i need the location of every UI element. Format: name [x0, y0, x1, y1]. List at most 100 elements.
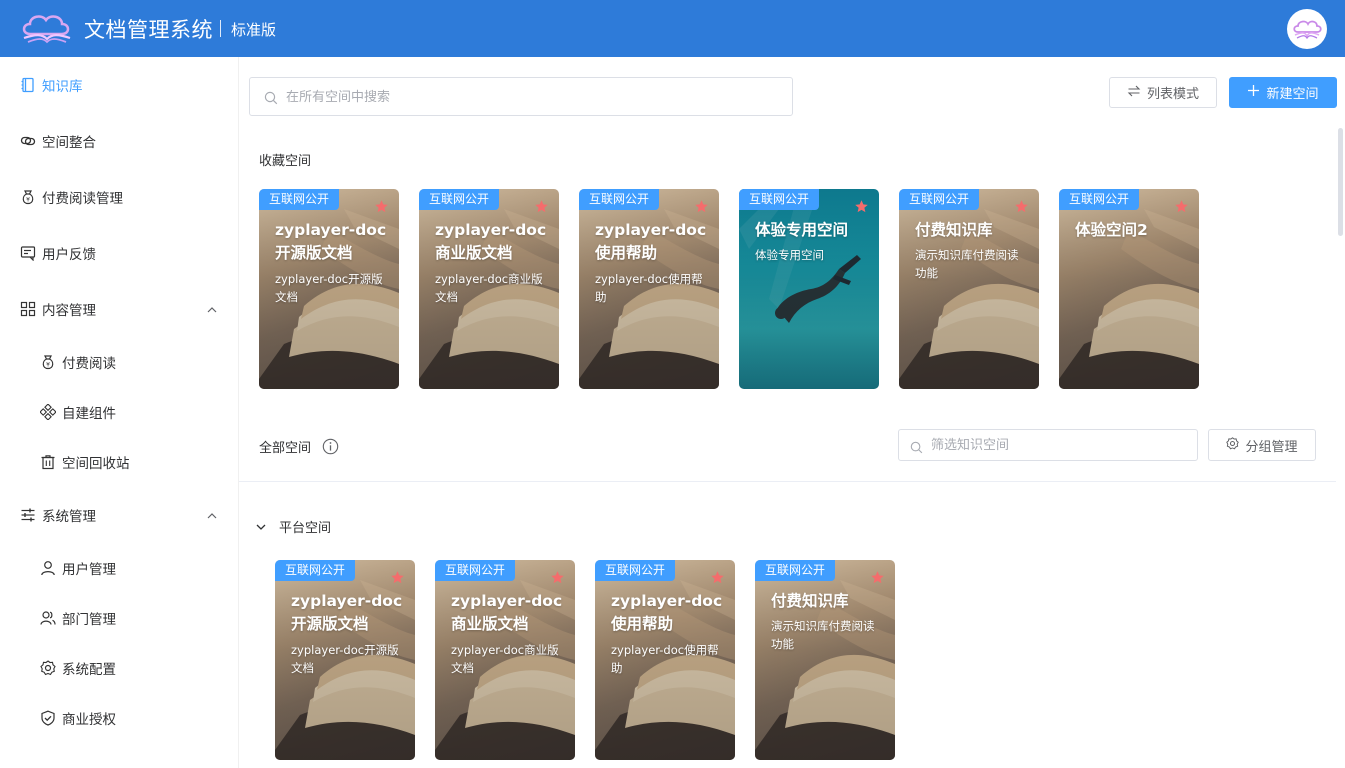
sidebar-item-label: 空间整合: [42, 135, 96, 151]
sidebar-item-department-management[interactable]: 部门管理: [0, 598, 239, 638]
edition-label: 标准版: [231, 21, 277, 39]
new-space-button[interactable]: 新建空间: [1229, 77, 1337, 108]
star-icon[interactable]: [534, 199, 549, 214]
sidebar-item-label: 空间回收站: [62, 456, 130, 472]
space-card[interactable]: 互联网公开 zyplayer-doc商业版文档 zyplayer-doc商业版文档: [419, 189, 559, 389]
sidebar-item-label: 用户管理: [62, 562, 116, 578]
sidebar-item-label: 内容管理: [42, 303, 96, 319]
info-icon[interactable]: [322, 438, 339, 459]
sidebar-item-space-integration[interactable]: 空间整合: [0, 121, 239, 161]
sidebar-item-space-recycle-bin[interactable]: 空间回收站: [0, 442, 239, 482]
chevron-down-icon[interactable]: [255, 518, 267, 537]
card-title: zyplayer-doc开源版文档: [291, 592, 403, 633]
visibility-badge: 互联网公开: [899, 189, 980, 210]
scrollbar-thumb[interactable]: [1338, 128, 1343, 236]
star-icon[interactable]: [694, 199, 709, 214]
gear-icon: [1226, 436, 1240, 454]
link-icon: [19, 132, 37, 150]
trash-icon: [39, 453, 57, 471]
card-title: 付费知识库: [771, 592, 849, 610]
money-bag-icon: ¥: [19, 188, 37, 206]
visibility-badge: 互联网公开: [435, 560, 516, 581]
card-description: zyplayer-doc商业版文档: [451, 643, 559, 675]
sidebar: 知识库 空间整合 ¥ 付费阅读管理 用户反馈 内容管理 ¥ 付费阅读 自建组件 …: [0, 57, 239, 768]
sidebar-item-label: 用户反馈: [42, 247, 96, 263]
sidebar-item-label: 付费阅读: [62, 356, 116, 372]
star-icon[interactable]: [390, 570, 405, 585]
star-icon[interactable]: [374, 199, 389, 214]
space-card[interactable]: 互联网公开 体验专用空间 体验专用空间: [739, 189, 879, 389]
sidebar-item-label: 系统管理: [42, 509, 96, 525]
group-title: 平台空间: [279, 521, 332, 536]
card-description: zyplayer-doc开源版文档: [291, 643, 399, 675]
sidebar-item-user-management[interactable]: 用户管理: [0, 548, 239, 588]
sidebar-item-paid-reading-management[interactable]: ¥ 付费阅读管理: [0, 177, 239, 217]
sidebar-item-paid-reading[interactable]: ¥ 付费阅读: [0, 342, 239, 382]
visibility-badge: 互联网公开: [275, 560, 356, 581]
card-title: zyplayer-doc开源版文档: [275, 221, 387, 262]
card-title: zyplayer-doc商业版文档: [451, 592, 563, 633]
sliders-icon: [19, 506, 37, 524]
card-description: 演示知识库付费阅读功能: [915, 248, 1019, 280]
group-manage-label: 分组管理: [1245, 439, 1298, 455]
money-bag-icon: ¥: [39, 353, 57, 371]
chevron-up-icon: [205, 508, 219, 522]
space-card[interactable]: 互联网公开 付费知识库 演示知识库付费阅读功能: [755, 560, 895, 760]
global-search-input[interactable]: [286, 87, 776, 107]
card-title: zyplayer-doc商业版文档: [435, 221, 547, 262]
space-card[interactable]: 互联网公开 zyplayer-doc开源版文档 zyplayer-doc开源版文档: [259, 189, 399, 389]
card-description: zyplayer-doc开源版文档: [275, 272, 383, 304]
sidebar-item-label: 自建组件: [62, 406, 116, 422]
grid-icon: [19, 300, 37, 318]
sidebar-item-content-management[interactable]: 内容管理: [0, 289, 239, 329]
group-manage-button[interactable]: 分组管理: [1208, 429, 1316, 461]
section-divider: [239, 481, 1336, 482]
global-search-box[interactable]: [249, 77, 793, 116]
space-card[interactable]: 互联网公开 zyplayer-doc商业版文档 zyplayer-doc商业版文档: [435, 560, 575, 760]
card-title: 体验空间2: [1075, 221, 1148, 239]
filter-space-input[interactable]: [931, 436, 1181, 454]
visibility-badge: 互联网公开: [739, 189, 820, 210]
card-description: zyplayer-doc使用帮助: [611, 643, 719, 675]
filter-space-box[interactable]: [898, 429, 1198, 461]
sidebar-item-custom-components[interactable]: 自建组件: [0, 392, 239, 432]
space-card[interactable]: 互联网公开 zyplayer-doc使用帮助 zyplayer-doc使用帮助: [595, 560, 735, 760]
sidebar-item-user-feedback[interactable]: 用户反馈: [0, 233, 239, 273]
sidebar-item-label: 系统配置: [62, 662, 116, 678]
list-mode-button[interactable]: 列表模式: [1109, 77, 1217, 108]
star-icon[interactable]: [550, 570, 565, 585]
user-icon: [39, 559, 57, 577]
card-description: zyplayer-doc使用帮助: [595, 272, 703, 304]
card-title: 付费知识库: [915, 221, 993, 239]
top-header: 文档管理系统 标准版: [0, 0, 1345, 57]
star-icon[interactable]: [1174, 199, 1189, 214]
components-icon: [39, 403, 57, 421]
favorites-title: 收藏空间: [259, 154, 312, 169]
search-icon: [264, 90, 278, 109]
sidebar-item-system-config[interactable]: 系统配置: [0, 648, 239, 688]
star-icon[interactable]: [1014, 199, 1029, 214]
visibility-badge: 互联网公开: [419, 189, 500, 210]
users-icon: [39, 609, 57, 627]
star-icon[interactable]: [854, 199, 869, 214]
sidebar-item-label: 付费阅读管理: [42, 191, 123, 207]
avatar[interactable]: [1287, 9, 1327, 49]
app-title: 文档管理系统: [84, 18, 213, 42]
visibility-badge: 互联网公开: [1059, 189, 1140, 210]
star-icon[interactable]: [870, 570, 885, 585]
shield-check-icon: [39, 709, 57, 727]
switch-icon: [1127, 84, 1141, 102]
space-card[interactable]: 互联网公开体验空间2: [1059, 189, 1199, 389]
space-card[interactable]: 互联网公开 zyplayer-doc使用帮助 zyplayer-doc使用帮助: [579, 189, 719, 389]
sidebar-item-system-management[interactable]: 系统管理: [0, 495, 239, 535]
card-title: 体验专用空间: [755, 221, 849, 239]
sidebar-item-commercial-license[interactable]: 商业授权: [0, 698, 239, 738]
gear-icon: [39, 659, 57, 677]
new-space-label: 新建空间: [1266, 87, 1319, 102]
sidebar-item-label: 知识库: [42, 79, 83, 95]
star-icon[interactable]: [710, 570, 725, 585]
space-card[interactable]: 互联网公开付费知识库演示知识库付费阅读功能: [899, 189, 1039, 389]
sidebar-item-knowledge-base[interactable]: 知识库: [0, 65, 239, 105]
space-card[interactable]: 互联网公开 zyplayer-doc开源版文档 zyplayer-doc开源版文档: [275, 560, 415, 760]
card-title: zyplayer-doc使用帮助: [611, 592, 723, 633]
